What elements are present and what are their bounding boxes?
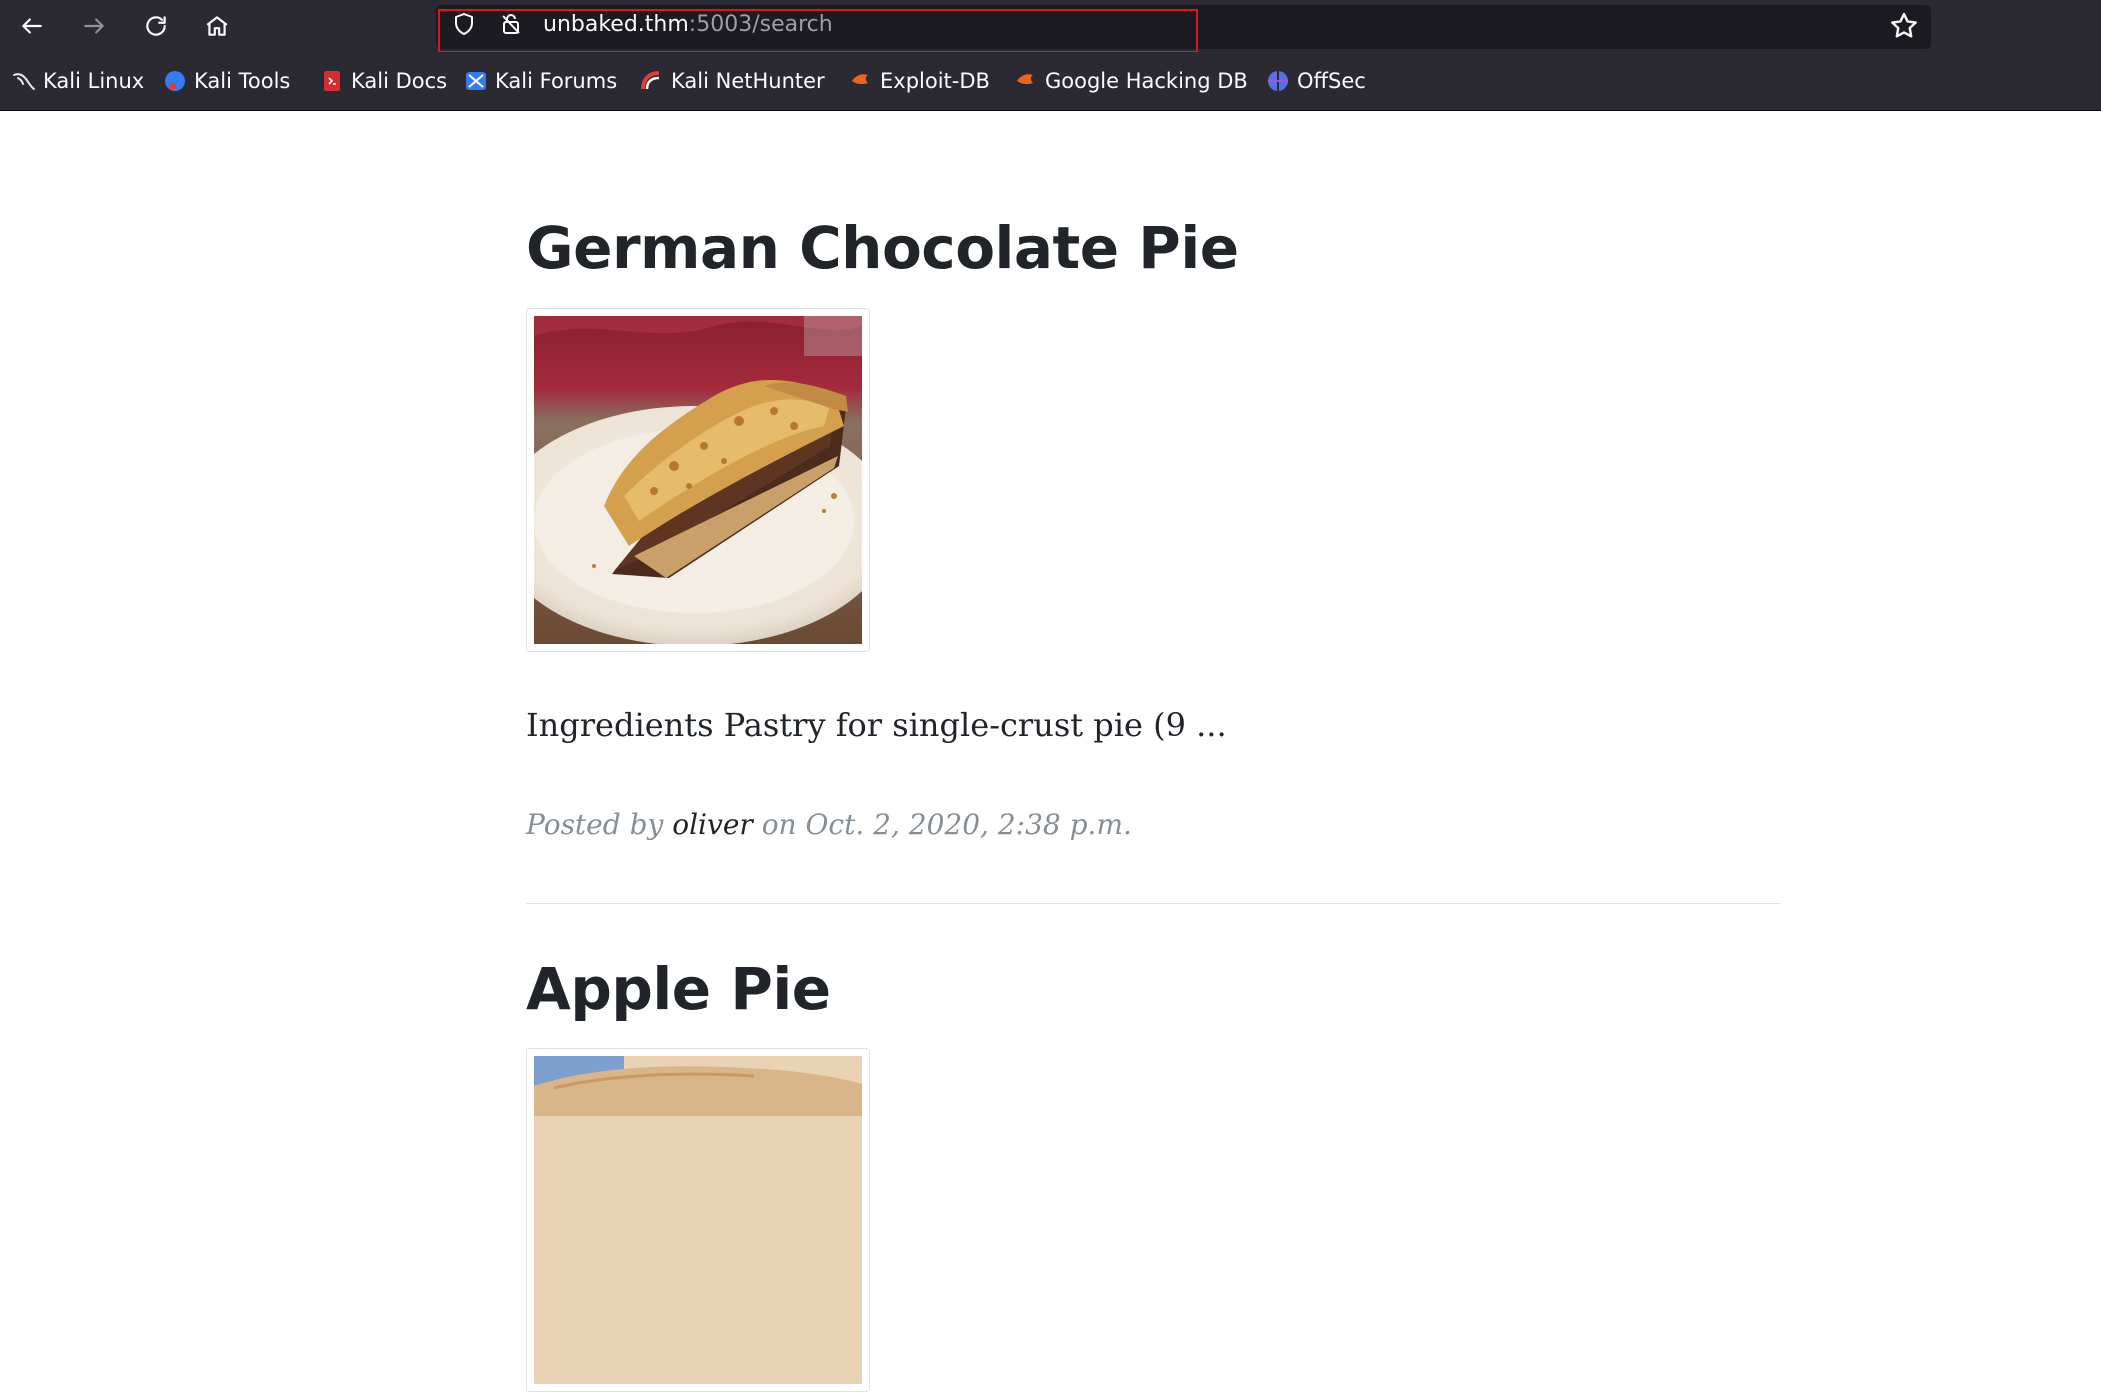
kali-dragon-icon <box>13 73 35 90</box>
home-icon <box>206 16 228 36</box>
post-title[interactable]: Apple Pie <box>526 955 831 1023</box>
browser-toolbar: unbaked.thm:5003/search <box>0 0 2101 53</box>
exploit-db-icon <box>1017 74 1033 85</box>
post-excerpt: Ingredients Pastry for single-crust pie … <box>526 706 1227 744</box>
url-path: :5003/search <box>688 12 833 37</box>
bookmark-star-icon[interactable] <box>1888 10 1920 42</box>
arrow-right-icon <box>84 18 104 34</box>
bookmark-kali-tools[interactable]: Kali Tools <box>163 66 290 96</box>
insecure-lock-icon[interactable] <box>499 12 523 36</box>
kali-tools-icon <box>165 71 185 91</box>
post-thumbnail[interactable] <box>526 1048 870 1392</box>
kali-nethunter-icon <box>641 71 660 90</box>
bookmark-kali-nethunter[interactable]: Kali NetHunter <box>640 66 825 96</box>
pie-image <box>534 1056 862 1384</box>
bookmark-kali-linux[interactable]: Kali Linux <box>12 66 144 96</box>
back-button[interactable] <box>12 6 52 46</box>
bookmarks-toolbar: Kali Linux Kali Tools Kali Docs Kali For… <box>0 52 2101 111</box>
bookmark-kali-docs[interactable]: Kali Docs <box>320 66 447 96</box>
post-thumbnail[interactable] <box>526 308 870 652</box>
forward-button[interactable] <box>74 6 114 46</box>
reload-icon <box>146 16 166 36</box>
post-divider <box>526 903 1780 904</box>
bookmark-offsec[interactable]: OffSec <box>1266 66 1366 96</box>
kali-docs-icon <box>324 71 340 91</box>
shield-icon[interactable] <box>452 12 476 36</box>
offsec-icon <box>1268 71 1288 91</box>
arrow-left-icon <box>22 18 42 34</box>
posted-by-label: Posted by <box>526 808 664 841</box>
url-text[interactable]: unbaked.thm:5003/search <box>543 10 833 40</box>
bookmark-google-hacking-db[interactable]: Google Hacking DB <box>1014 66 1248 96</box>
url-host: unbaked.thm <box>543 12 689 37</box>
kali-forums-icon <box>466 72 486 90</box>
post-meta: Posted by oliver on Oct. 2, 2020, 2:38 p… <box>526 808 1132 841</box>
home-button[interactable] <box>197 6 237 46</box>
reload-button[interactable] <box>136 6 176 46</box>
pie-image <box>534 316 862 644</box>
post-author[interactable]: oliver <box>672 808 753 841</box>
bookmark-exploit-db[interactable]: Exploit-DB <box>849 66 990 96</box>
post-date: on Oct. 2, 2020, 2:38 p.m. <box>761 808 1132 841</box>
bookmark-kali-forums[interactable]: Kali Forums <box>464 66 617 96</box>
exploit-db-icon <box>852 74 868 85</box>
post-title[interactable]: German Chocolate Pie <box>526 214 1239 282</box>
